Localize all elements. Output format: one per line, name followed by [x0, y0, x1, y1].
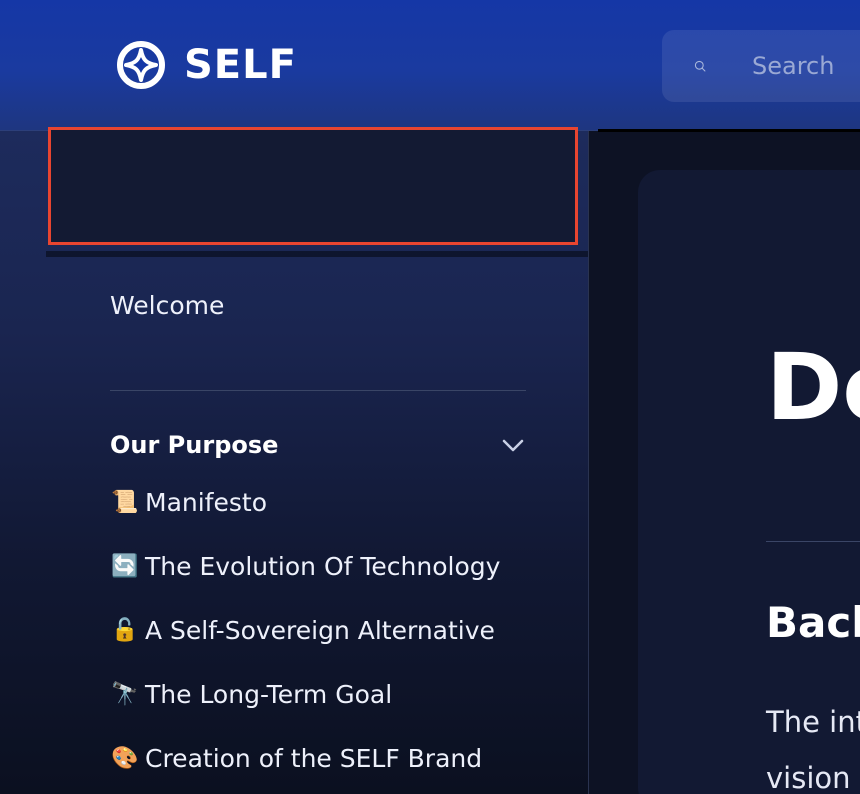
sidebar-divider: [110, 390, 526, 391]
search-icon: [694, 60, 706, 72]
search-box[interactable]: [662, 30, 860, 102]
scroll-icon: 📜: [111, 490, 139, 515]
header-bar: SELF: [0, 0, 860, 131]
sidebar-item-evolution[interactable]: 🔄 The Evolution Of Technology: [110, 552, 500, 581]
sidebar-item-label: The Evolution Of Technology: [145, 552, 501, 581]
search-input[interactable]: [752, 52, 860, 80]
palette-icon: 🎨: [111, 746, 139, 771]
self-logo-icon: [117, 41, 165, 89]
sidebar-item-label: Creation of the SELF Brand: [145, 744, 483, 773]
paragraph-line: vision: [766, 761, 851, 794]
sidebar: Welcome Our Purpose 📜 Manifesto 🔄 The Ev…: [0, 127, 589, 794]
main-top-border: [598, 129, 860, 132]
unlock-icon: 🔓: [111, 618, 139, 643]
sidebar-item-label: A Self-Sovereign Alternative: [145, 616, 495, 645]
sidebar-item-self-sovereign[interactable]: 🔓 A Self-Sovereign Alternative: [110, 616, 495, 645]
refresh-icon: 🔄: [111, 554, 139, 579]
logo-text: SELF: [184, 42, 297, 88]
section-our-purpose[interactable]: Our Purpose: [110, 427, 526, 463]
sidebar-item-manifesto[interactable]: 📜 Manifesto: [110, 488, 267, 517]
section-heading: Back: [766, 598, 860, 647]
page: SELF Welcome Our Purpose 📜 Manifesto 🔄: [0, 0, 860, 794]
page-title: Do: [766, 334, 860, 441]
content-divider: [766, 541, 860, 542]
sidebar-item-label: Manifesto: [145, 488, 267, 517]
chevron-down-icon[interactable]: [500, 432, 526, 458]
sidebar-item-label: The Long-Term Goal: [145, 680, 393, 709]
body-paragraph: The int vision: [766, 694, 860, 794]
telescope-icon: 🔭: [111, 682, 139, 707]
sidebar-item-long-term-goal[interactable]: 🔭 The Long-Term Goal: [110, 680, 392, 709]
section-title: Our Purpose: [110, 431, 279, 459]
sidebar-top-shadow: [46, 251, 588, 257]
sidebar-item-welcome[interactable]: Welcome: [110, 291, 224, 320]
highlighted-region: [48, 127, 578, 245]
sidebar-item-self-brand[interactable]: 🎨 Creation of the SELF Brand: [110, 744, 482, 773]
logo[interactable]: SELF: [114, 38, 297, 92]
paragraph-line: The int: [766, 705, 860, 739]
